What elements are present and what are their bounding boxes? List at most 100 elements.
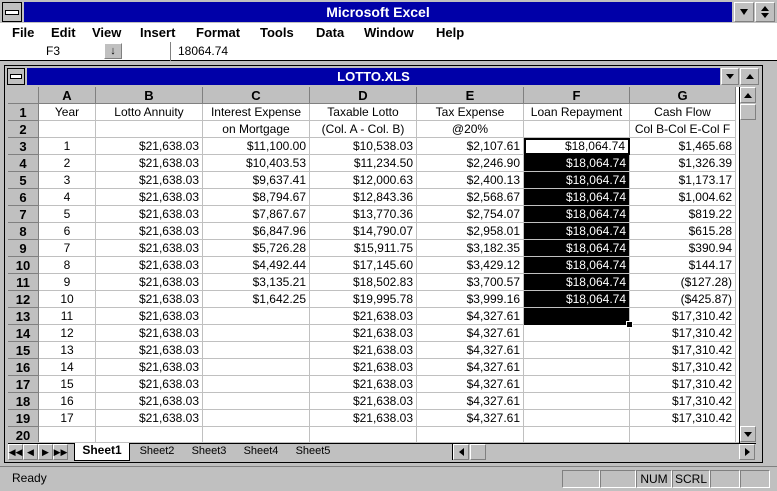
cell[interactable]: $4,327.61: [417, 359, 524, 376]
tab-first-button[interactable]: ◀◀: [8, 444, 23, 460]
cell[interactable]: $8,794.67: [203, 189, 310, 206]
row-header[interactable]: 3: [8, 138, 39, 155]
cell[interactable]: $21,638.03: [96, 240, 203, 257]
cell[interactable]: [203, 410, 310, 427]
cell[interactable]: [96, 121, 203, 138]
cell[interactable]: Year: [39, 104, 96, 121]
cell[interactable]: 3: [39, 172, 96, 189]
cell[interactable]: $17,145.60: [310, 257, 417, 274]
row-header[interactable]: 15: [8, 342, 39, 359]
cell[interactable]: @20%: [417, 121, 524, 138]
tab-next-button[interactable]: ▶: [38, 444, 53, 460]
cell[interactable]: $17,310.42: [630, 376, 736, 393]
row-header[interactable]: 4: [8, 155, 39, 172]
cell[interactable]: 7: [39, 240, 96, 257]
cell[interactable]: $21,638.03: [96, 223, 203, 240]
selected-cell[interactable]: $18,064.74: [524, 291, 630, 308]
name-box-dropdown-button[interactable]: ↓: [104, 43, 122, 59]
cell[interactable]: $3,182.35: [417, 240, 524, 257]
cell[interactable]: Lotto Annuity: [96, 104, 203, 121]
cell[interactable]: $3,429.12: [417, 257, 524, 274]
cell[interactable]: 10: [39, 291, 96, 308]
system-menu-button[interactable]: [2, 2, 22, 22]
cell[interactable]: $21,638.03: [96, 206, 203, 223]
row-header[interactable]: 11: [8, 274, 39, 291]
row-header[interactable]: 14: [8, 325, 39, 342]
workbook-minimize-button[interactable]: [721, 68, 739, 85]
row-header[interactable]: 13: [8, 308, 39, 325]
cell[interactable]: $4,327.61: [417, 376, 524, 393]
row-header[interactable]: 19: [8, 410, 39, 427]
cell[interactable]: $21,638.03: [96, 410, 203, 427]
cell[interactable]: Cash Flow: [630, 104, 736, 121]
cell[interactable]: $144.17: [630, 257, 736, 274]
tab-prev-button[interactable]: ◀: [23, 444, 38, 460]
cell[interactable]: $1,004.62: [630, 189, 736, 206]
cell[interactable]: ($425.87): [630, 291, 736, 308]
cell[interactable]: $2,400.13: [417, 172, 524, 189]
cell[interactable]: ($127.28): [630, 274, 736, 291]
row-header[interactable]: 18: [8, 393, 39, 410]
column-header-f[interactable]: F: [524, 87, 630, 104]
selected-cell[interactable]: $18,064.74: [524, 257, 630, 274]
cell[interactable]: Col B-Col E-Col F: [630, 121, 736, 138]
selected-cell[interactable]: $18,064.74: [524, 172, 630, 189]
vertical-scrollbar[interactable]: [739, 87, 756, 443]
selected-cell[interactable]: $18,064.74: [524, 189, 630, 206]
cell[interactable]: $5,726.28: [203, 240, 310, 257]
cell[interactable]: $1,173.17: [630, 172, 736, 189]
menu-tools[interactable]: Tools: [260, 23, 294, 43]
cell[interactable]: [524, 393, 630, 410]
cell[interactable]: $4,327.61: [417, 410, 524, 427]
cell[interactable]: [524, 342, 630, 359]
cell[interactable]: $21,638.03: [96, 359, 203, 376]
cell[interactable]: [39, 427, 96, 442]
cell[interactable]: $4,327.61: [417, 325, 524, 342]
cell[interactable]: $2,246.90: [417, 155, 524, 172]
selected-cell[interactable]: $18,064.74: [524, 206, 630, 223]
cell[interactable]: [203, 308, 310, 325]
cell[interactable]: (Col. A - Col. B): [310, 121, 417, 138]
cell[interactable]: [203, 376, 310, 393]
cell[interactable]: $21,638.03: [310, 393, 417, 410]
cell[interactable]: on Mortgage: [203, 121, 310, 138]
cell[interactable]: $21,638.03: [96, 376, 203, 393]
cell[interactable]: 16: [39, 393, 96, 410]
cell[interactable]: $21,638.03: [96, 393, 203, 410]
cell[interactable]: 1: [39, 138, 96, 155]
cell[interactable]: Tax Expense: [417, 104, 524, 121]
cell[interactable]: [39, 121, 96, 138]
cell[interactable]: [203, 325, 310, 342]
cell[interactable]: [310, 427, 417, 442]
cell[interactable]: $21,638.03: [310, 359, 417, 376]
selected-cell[interactable]: $18,064.74: [524, 155, 630, 172]
cell[interactable]: 8: [39, 257, 96, 274]
minimize-button[interactable]: [734, 2, 754, 22]
row-header[interactable]: 16: [8, 359, 39, 376]
row-header[interactable]: 17: [8, 376, 39, 393]
cell[interactable]: $1,326.39: [630, 155, 736, 172]
cell[interactable]: [524, 359, 630, 376]
cell[interactable]: $17,310.42: [630, 410, 736, 427]
row-header[interactable]: 7: [8, 206, 39, 223]
cell[interactable]: $17,310.42: [630, 359, 736, 376]
tab-last-button[interactable]: ▶▶: [53, 444, 68, 460]
cell[interactable]: 5: [39, 206, 96, 223]
restore-button[interactable]: [755, 2, 775, 22]
cell[interactable]: $3,700.57: [417, 274, 524, 291]
cell[interactable]: 13: [39, 342, 96, 359]
scroll-left-button[interactable]: [453, 444, 469, 460]
select-all-corner[interactable]: [8, 87, 39, 104]
cell[interactable]: $21,638.03: [310, 342, 417, 359]
cell[interactable]: $10,538.03: [310, 138, 417, 155]
tab-sheet3[interactable]: Sheet3: [184, 444, 234, 460]
cell[interactable]: $11,100.00: [203, 138, 310, 155]
tab-sheet2[interactable]: Sheet2: [132, 444, 182, 460]
cell[interactable]: $4,327.61: [417, 342, 524, 359]
row-header[interactable]: 20: [8, 427, 39, 442]
cell[interactable]: $819.22: [630, 206, 736, 223]
column-header-c[interactable]: C: [203, 87, 310, 104]
column-header-d[interactable]: D: [310, 87, 417, 104]
workbook-system-menu-button[interactable]: [7, 68, 25, 85]
cell[interactable]: $615.28: [630, 223, 736, 240]
